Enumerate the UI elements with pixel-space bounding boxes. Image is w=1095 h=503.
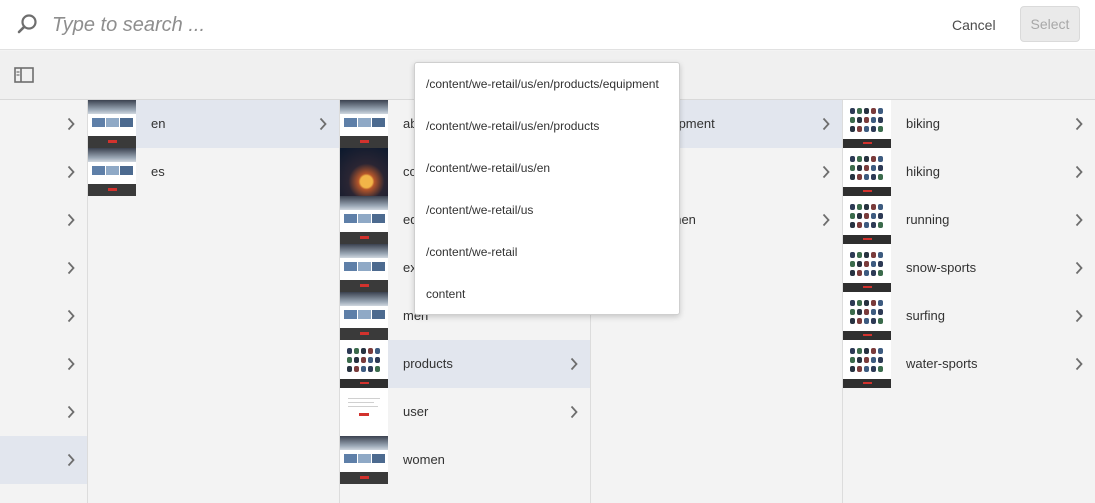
- column-1: en es: [88, 100, 340, 503]
- chevron-right-icon: [67, 117, 75, 131]
- column-item-label: biking: [906, 116, 940, 131]
- chevron-right-icon: [822, 117, 830, 131]
- column-4: biking hiking running snow-sports surfing wat…: [843, 100, 1095, 503]
- chevron-right-icon: [67, 165, 75, 179]
- column-item-label: products: [403, 356, 453, 371]
- column-item-label: en: [151, 116, 166, 131]
- column-item[interactable]: products: [340, 340, 590, 388]
- column-item-label: surfing: [906, 308, 946, 323]
- page-thumbnail: [340, 244, 388, 292]
- chevron-right-icon: [1075, 309, 1083, 323]
- page-thumbnail: [88, 100, 136, 148]
- chevron-right-icon: [67, 309, 75, 323]
- column-item[interactable]: en: [88, 100, 339, 148]
- column-item[interactable]: snow-sports: [843, 244, 1095, 292]
- page-thumbnail: [340, 148, 388, 196]
- chevron-right-icon: [1075, 117, 1083, 131]
- cancel-button[interactable]: Cancel: [942, 11, 1006, 39]
- chevron-right-icon: [67, 453, 75, 467]
- page-thumbnail: [340, 100, 388, 148]
- chevron-right-icon: [1075, 261, 1083, 275]
- page-thumbnail: [340, 436, 388, 484]
- page-thumbnail: [843, 196, 891, 244]
- chevron-right-icon: [570, 405, 578, 419]
- chevron-right-icon: [822, 213, 830, 227]
- chevron-right-icon: [1075, 213, 1083, 227]
- path-dropdown: /content/we-retail/us/en/products/equipm…: [414, 62, 680, 315]
- column-item[interactable]: surfing: [843, 292, 1095, 340]
- column-item-label: snow-sports: [906, 260, 977, 275]
- search-icon: [17, 14, 37, 34]
- column-item[interactable]: running: [843, 196, 1095, 244]
- column-item[interactable]: [0, 148, 87, 196]
- path-option[interactable]: /content/we-retail/us/en/products/equipm…: [415, 63, 679, 105]
- chevron-right-icon: [570, 357, 578, 371]
- path-option[interactable]: /content/we-retail/us: [415, 189, 679, 231]
- path-option[interactable]: /content/we-retail: [415, 231, 679, 273]
- column-item-label: es: [151, 164, 165, 179]
- column-0: [0, 100, 88, 503]
- chevron-right-icon: [1075, 357, 1083, 371]
- chevron-right-icon: [67, 405, 75, 419]
- chevron-right-icon: [319, 117, 327, 131]
- page-thumbnail: [843, 244, 891, 292]
- column-item[interactable]: water-sports: [843, 340, 1095, 388]
- page-thumbnail: [843, 340, 891, 388]
- column-item[interactable]: [0, 100, 87, 148]
- page-thumbnail: [340, 196, 388, 244]
- column-item[interactable]: es: [88, 148, 339, 196]
- page-thumbnail: [340, 388, 388, 436]
- path-option[interactable]: /content/we-retail/us/en/products: [415, 105, 679, 147]
- search-bar: Cancel Select: [0, 0, 1095, 50]
- chevron-right-icon: [822, 165, 830, 179]
- column-item-label: user: [403, 404, 429, 419]
- column-item-label: women: [403, 452, 445, 467]
- column-item-label: water-sports: [906, 356, 978, 371]
- select-button[interactable]: Select: [1020, 6, 1080, 42]
- page-thumbnail: [843, 100, 891, 148]
- column-item[interactable]: [0, 244, 87, 292]
- path-option[interactable]: /content/we-retail/us/en: [415, 147, 679, 189]
- column-item[interactable]: [0, 388, 87, 436]
- column-item[interactable]: [0, 292, 87, 340]
- column-item[interactable]: women: [340, 436, 590, 484]
- page-thumbnail: [843, 148, 891, 196]
- column-item-label: hiking: [906, 164, 940, 179]
- column-item-label: running: [906, 212, 950, 227]
- rail-toggle-icon[interactable]: [14, 67, 34, 83]
- column-item[interactable]: [0, 436, 87, 484]
- column-item[interactable]: [0, 196, 87, 244]
- page-thumbnail: [843, 292, 891, 340]
- chevron-right-icon: [67, 357, 75, 371]
- chevron-right-icon: [1075, 165, 1083, 179]
- page-thumbnail: [88, 148, 136, 196]
- page-thumbnail: [340, 340, 388, 388]
- page-thumbnail: [340, 292, 388, 340]
- chevron-right-icon: [67, 213, 75, 227]
- column-item[interactable]: [0, 340, 87, 388]
- column-item[interactable]: hiking: [843, 148, 1095, 196]
- column-item[interactable]: biking: [843, 100, 1095, 148]
- chevron-right-icon: [67, 261, 75, 275]
- path-option[interactable]: content: [415, 273, 679, 315]
- column-item[interactable]: user: [340, 388, 590, 436]
- search-input[interactable]: [52, 10, 652, 40]
